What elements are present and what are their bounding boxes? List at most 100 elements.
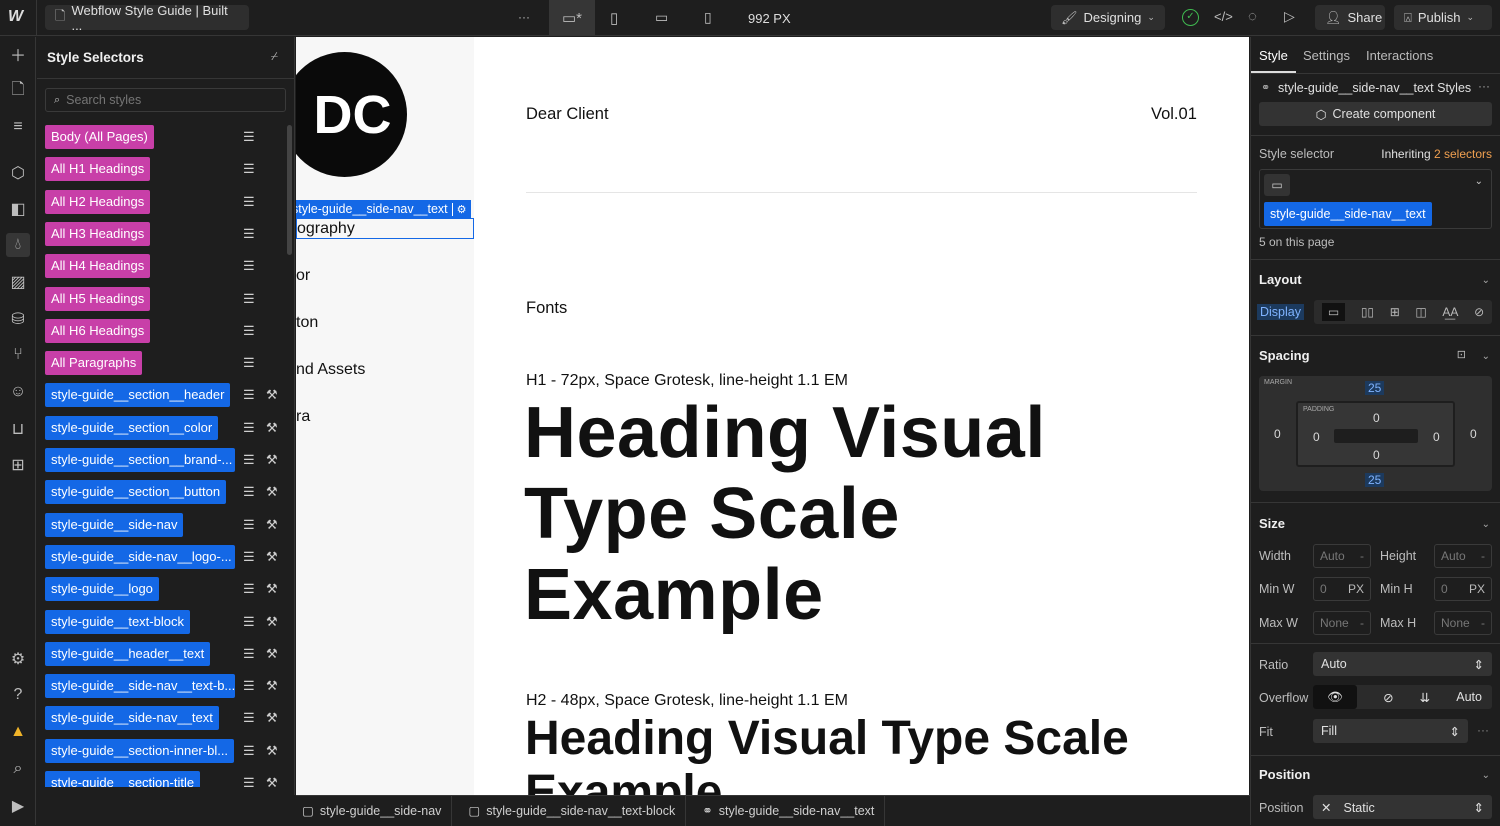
chevron-down-icon[interactable]: ⌄ [1475, 176, 1483, 187]
layout-title[interactable]: Layout [1259, 272, 1302, 287]
visible-eye-icon[interactable]: 👁︎ [1313, 685, 1357, 709]
selector-row[interactable]: style-guide__section__header ☰ ⚒ [45, 383, 285, 408]
clean-up-icon[interactable]: ⚒ [266, 678, 278, 694]
margin-top[interactable]: 25 [1365, 381, 1385, 395]
comment-icon[interactable]: ◌ [1248, 8, 1257, 25]
tab-settings[interactable]: Settings [1303, 48, 1350, 63]
gear-icon[interactable]: ⚙ [451, 202, 471, 216]
selector-row[interactable]: All H6 Headings ☰ [45, 318, 285, 343]
selector-row[interactable]: style-guide__logo ☰ ⚒ [45, 577, 285, 602]
nav-item[interactable]: or [296, 267, 310, 285]
selector-tag[interactable]: All H4 Headings [45, 254, 151, 279]
padding-box[interactable]: PADDING 0 0 0 0 [1296, 401, 1455, 467]
selector-row[interactable]: Body (All Pages) ☰ [45, 125, 285, 149]
clean-up-icon[interactable]: ⚒ [266, 743, 278, 759]
grid-icon[interactable]: ⊞ [1390, 305, 1400, 319]
ratio-select[interactable]: Auto ⇕ [1313, 652, 1492, 676]
list-icon[interactable]: ☰ [243, 775, 255, 787]
scroll-icon[interactable]: ⇊ [1420, 690, 1430, 705]
list-icon[interactable]: ☰ [243, 646, 255, 662]
nav-item[interactable]: ra [296, 408, 310, 426]
broom-icon[interactable]: ⌿ [271, 49, 278, 64]
clean-up-icon[interactable]: ⚒ [266, 484, 278, 500]
padding-bottom[interactable]: 0 [1373, 448, 1380, 462]
selector-tag[interactable]: style-guide__side-nav__text [45, 706, 219, 731]
fit-select[interactable]: Fill ⇕ [1313, 719, 1468, 743]
clean-up-icon[interactable]: ⚒ [266, 775, 278, 787]
nav-item[interactable]: nd Assets [296, 361, 365, 379]
search-field[interactable] [66, 93, 228, 107]
add-icon[interactable]: ＋ [6, 42, 30, 66]
list-icon[interactable]: ☰ [243, 258, 255, 274]
width-unit[interactable]: - [1360, 549, 1364, 563]
list-icon[interactable]: ☰ [243, 517, 255, 533]
list-icon[interactable]: ☰ [243, 452, 255, 468]
selector-tag[interactable]: style-guide__section__brand-... [45, 448, 235, 472]
min-width-unit[interactable]: PX [1348, 582, 1364, 596]
tab-interactions[interactable]: Interactions [1366, 48, 1433, 63]
min-height-unit[interactable]: PX [1469, 582, 1485, 596]
inline-block-icon[interactable]: ◫ [1415, 305, 1426, 319]
pages-icon[interactable]: 🗋 [6, 79, 30, 103]
list-icon[interactable]: ☰ [243, 387, 255, 403]
selector-tag[interactable]: Body (All Pages) [45, 125, 154, 149]
chevron-down-icon[interactable]: ⌄ [1482, 275, 1490, 286]
selector-row[interactable]: All H3 Headings ☰ [45, 221, 285, 246]
none-icon[interactable]: ⊘ [1474, 305, 1484, 319]
list-icon[interactable]: ☰ [243, 484, 255, 500]
spacing-title[interactable]: Spacing [1259, 348, 1310, 363]
clean-up-icon[interactable]: ⚒ [266, 452, 278, 468]
chevron-down-icon[interactable]: ⌄ [1482, 519, 1490, 530]
selector-tag[interactable]: All H6 Headings [45, 318, 151, 343]
max-height-unit[interactable]: - [1481, 616, 1485, 630]
selector-row[interactable]: All Paragraphs ☰ [45, 351, 285, 376]
list-icon[interactable]: ☰ [243, 161, 255, 177]
list-icon[interactable]: ☰ [243, 291, 255, 307]
ecommerce-icon[interactable]: ⊔ [6, 417, 30, 441]
more-icon[interactable]: ··· [1478, 79, 1490, 93]
selector-row[interactable]: style-guide__side-nav__logo-... ☰ ⚒ [45, 544, 285, 569]
mobile-portrait-icon[interactable]: ▯ [704, 9, 712, 26]
navigator-icon[interactable]: ≡ [6, 115, 30, 139]
breadcrumb-item[interactable]: ▢ style-guide__side-nav [296, 795, 453, 826]
selector-row[interactable]: All H4 Headings ☰ [45, 254, 285, 279]
selector-row[interactable]: All H2 Headings ☰ [45, 189, 285, 214]
list-icon[interactable]: ☰ [243, 323, 255, 339]
selector-row[interactable]: style-guide__section-title ☰ ⚒ [45, 771, 285, 787]
width-input[interactable]: Auto - [1313, 544, 1371, 568]
webflow-logo[interactable]: W [8, 8, 23, 26]
clean-up-icon[interactable]: ⚒ [266, 517, 278, 533]
list-icon[interactable]: ☰ [243, 614, 255, 630]
height-input[interactable]: Auto - [1434, 544, 1492, 568]
selector-field[interactable]: ▭ ⌄ style-guide__side-nav__text [1259, 169, 1492, 229]
clean-up-icon[interactable]: ⚒ [266, 387, 278, 403]
selector-row[interactable]: All H1 Headings ☰ [45, 157, 285, 182]
logic-icon[interactable]: ⑂ [6, 343, 30, 367]
selector-tag[interactable]: All H5 Headings [45, 286, 151, 311]
settings-icon[interactable]: ⚙ [6, 647, 30, 671]
list-icon[interactable]: ☰ [243, 129, 255, 145]
tablet-breakpoint-icon[interactable]: ▯ [610, 9, 618, 27]
selected-element-label[interactable]: style-guide__side-nav__text ⚙ [296, 200, 471, 218]
chevron-down-icon[interactable]: ⌄ [1482, 770, 1490, 781]
selector-row[interactable]: style-guide__section__color ☰ ⚒ [45, 415, 285, 440]
variables-icon[interactable]: ◧ [6, 197, 30, 221]
flex-icon[interactable]: ▯▯ [1361, 305, 1374, 319]
list-icon[interactable]: ☰ [243, 581, 255, 597]
display-options[interactable]: ▭ ▯▯ ⊞ ◫ A͟A ⊘ [1314, 300, 1492, 324]
selector-tag[interactable]: style-guide__side-nav__logo-... [45, 544, 235, 569]
more-button[interactable]: ··· [518, 10, 530, 24]
min-width-input[interactable]: 0 PX [1313, 577, 1371, 601]
overflow-options[interactable]: 👁︎ ⊘ ⇊ Auto [1313, 685, 1492, 709]
list-icon[interactable]: ☰ [243, 743, 255, 759]
max-width-unit[interactable]: - [1360, 616, 1364, 630]
publish-button[interactable]: ⍓ Publish ⌄ [1394, 5, 1492, 30]
warning-icon[interactable]: ▲ [6, 720, 30, 744]
padding-right[interactable]: 0 [1433, 430, 1440, 444]
list-icon[interactable]: ☰ [243, 678, 255, 694]
list-icon[interactable]: ☰ [243, 194, 255, 210]
clean-up-icon[interactable]: ⚒ [266, 581, 278, 597]
breadcrumb-item[interactable]: ▢ style-guide__side-nav__text-block [452, 795, 687, 826]
inline-icon[interactable]: A͟A [1442, 305, 1458, 319]
spacing-mode-icon[interactable]: ⊡ [1457, 348, 1466, 361]
